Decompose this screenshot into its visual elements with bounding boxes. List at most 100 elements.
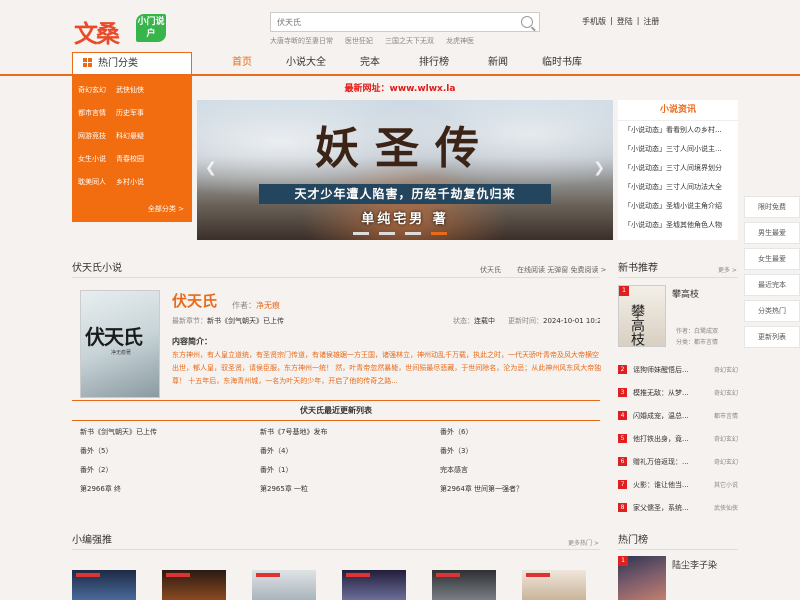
news-item[interactable]: 「小说动态」三寸人间功法大全 xyxy=(618,178,738,197)
all-categories-link[interactable]: 全部分类 > xyxy=(148,204,184,214)
news-item[interactable]: 「小说动态」圣墟其他角色人物 xyxy=(618,216,738,235)
chapter-link[interactable]: 第2964章 世间第一强者？ xyxy=(440,482,600,496)
list-item-title[interactable]: 闪婚成宠，温总... xyxy=(633,411,701,421)
list-item[interactable]: 6 赠礼万倍返现：... 奇幻玄幻 xyxy=(618,450,738,473)
book-update-time: 更新时间：2024-10-01 10:23 xyxy=(508,316,600,326)
list-item[interactable]: 2 谣狗师妹醒悟后... 奇幻玄幻 xyxy=(618,358,738,381)
pick-thumb[interactable] xyxy=(522,570,586,600)
list-item[interactable]: 8 家父儒圣，系统... 武侠仙侠 xyxy=(618,496,738,519)
category-link[interactable]: 乡村小说 xyxy=(116,176,144,199)
rank-badge: 2 xyxy=(618,365,627,374)
banner-dot[interactable] xyxy=(431,232,447,235)
category-link[interactable]: 网游竞技 xyxy=(78,130,106,153)
category-link[interactable]: 都市言情 xyxy=(78,107,106,130)
pick-thumb[interactable] xyxy=(72,570,136,600)
list-item-title[interactable]: 他打铁出身，竟... xyxy=(633,434,701,444)
list-item-title[interactable]: 模推无敌：从梦... xyxy=(633,388,701,398)
prev-arrow-icon[interactable]: ❮ xyxy=(205,160,217,176)
news-item[interactable]: 「小说动态」圣墟小说主角介绍 xyxy=(618,197,738,216)
chapter-link[interactable]: 番外（1） xyxy=(260,463,440,477)
register-link[interactable]: 注册 xyxy=(643,16,659,27)
news-item[interactable]: 「小说动态」看看别人の乡村... xyxy=(618,121,738,140)
pick-thumb[interactable] xyxy=(432,570,496,600)
book-title[interactable]: 伏天氏 xyxy=(172,290,217,311)
site-logo[interactable]: 文桑 小门说户 xyxy=(72,12,170,48)
nav-news[interactable]: 新闻 xyxy=(466,52,530,74)
pick-thumb[interactable] xyxy=(252,570,316,600)
chapter-link[interactable]: 番外（2） xyxy=(80,463,260,477)
hot-search-link[interactable]: 龙虎神医 xyxy=(446,36,474,46)
new-books-more-link[interactable]: 更多 > xyxy=(718,265,737,274)
chapter-list: 新书《剑气朝天》已上传 新书《7号基地》发布 番外（6） 番外（5） 番外（4） 番外（3… xyxy=(80,425,600,496)
hot-book-cover[interactable]: 1 xyxy=(618,556,666,600)
pick-badge xyxy=(346,573,370,577)
intro-label: 内容简介： xyxy=(172,337,212,346)
new-url-notice[interactable]: 最新网址：www.wlwx.la xyxy=(0,81,800,94)
list-item-title[interactable]: 赠礼万倍返现：... xyxy=(633,457,701,467)
nav-ranking[interactable]: 排行榜 xyxy=(402,52,466,74)
banner-dot[interactable] xyxy=(379,232,395,235)
next-arrow-icon[interactable]: ❯ xyxy=(593,160,605,176)
float-male[interactable]: 男生最爱 xyxy=(744,222,800,244)
chapter-link[interactable]: 番外（4） xyxy=(260,444,440,458)
category-link[interactable]: 耽美同人 xyxy=(78,176,106,199)
float-completed[interactable]: 最近完本 xyxy=(744,274,800,296)
list-item[interactable]: 5 他打铁出身，竟... 奇幻玄幻 xyxy=(618,427,738,450)
chapter-link[interactable]: 完本感言 xyxy=(440,463,600,477)
banner-slider[interactable]: 妖圣传 天才少年遭人陷害，历经千劫复仇归来 单纯宅男 著 ❮ ❯ xyxy=(197,100,613,240)
editor-pick-more-link[interactable]: 更多热门 > xyxy=(568,538,599,547)
news-item[interactable]: 「小说动态」三寸人间小说主... xyxy=(618,140,738,159)
hot-search-link[interactable]: 医世狂妃 xyxy=(345,36,373,46)
login-link[interactable]: 登陆 xyxy=(617,16,633,27)
author-link[interactable]: 净无痕 xyxy=(256,301,280,310)
float-update-list[interactable]: 更新列表 xyxy=(744,326,800,348)
banner-dot[interactable] xyxy=(405,232,421,235)
list-item-title[interactable]: 谣狗师妹醒悟后... xyxy=(633,365,701,375)
category-link[interactable]: 科幻悬疑 xyxy=(116,130,144,153)
category-link[interactable]: 青春校园 xyxy=(116,153,144,176)
news-item[interactable]: 「小说动态」三寸人间境界划分 xyxy=(618,159,738,178)
banner-dots xyxy=(353,232,447,235)
category-menu-button[interactable]: 热门分类 xyxy=(72,52,192,75)
latest-chapter-link[interactable]: 新书《剑气朝天》已上传 xyxy=(207,317,284,325)
float-category-hot[interactable]: 分类热门 xyxy=(744,300,800,322)
nav-completed[interactable]: 完本 xyxy=(338,52,402,74)
list-item[interactable]: 3 模推无敌：从梦... 奇幻玄幻 xyxy=(618,381,738,404)
chapter-link[interactable]: 番外（3） xyxy=(440,444,600,458)
mobile-link[interactable]: 手机版 xyxy=(582,16,606,27)
hot-search-link[interactable]: 大唐寺断的至妻日常 xyxy=(270,36,333,46)
search-input[interactable] xyxy=(271,13,511,31)
float-free[interactable]: 限时免费 xyxy=(744,196,800,218)
pick-thumb[interactable] xyxy=(162,570,226,600)
category-link[interactable]: 女生小说 xyxy=(78,153,106,176)
nav-temp-library[interactable]: 临时书库 xyxy=(530,52,594,74)
list-item-title[interactable]: 家父儒圣，系统... xyxy=(633,503,701,513)
chapter-link[interactable]: 番外（5） xyxy=(80,444,260,458)
banner-dot[interactable] xyxy=(353,232,369,235)
hot-search-link[interactable]: 三国之天下无双 xyxy=(385,36,434,46)
list-item-category: 其它小说 xyxy=(713,482,738,489)
book-cover[interactable]: 伏天氏 净无痕著 xyxy=(80,290,160,398)
chapter-link[interactable]: 第2966章 终 xyxy=(80,482,260,496)
float-female[interactable]: 女生最爱 xyxy=(744,248,800,270)
search-box xyxy=(270,12,540,32)
list-item[interactable]: 7 火影：谁让他当... 其它小说 xyxy=(618,473,738,496)
search-icon[interactable] xyxy=(521,16,533,28)
list-item[interactable]: 4 闪婚成宠，温总... 都市言情 xyxy=(618,404,738,427)
new-book-cover[interactable]: 1 攀高枝 xyxy=(618,285,666,347)
book-meta-link[interactable]: 伏天氏 xyxy=(480,265,501,275)
new-book-title[interactable]: 攀高枝 xyxy=(672,287,699,300)
category-link[interactable]: 历史军事 xyxy=(116,107,144,130)
list-item-category: 奇幻玄幻 xyxy=(713,436,738,443)
chapter-link[interactable]: 番外（6） xyxy=(440,425,600,439)
pick-thumb[interactable] xyxy=(342,570,406,600)
section-divider xyxy=(72,400,600,401)
hot-book-title[interactable]: 陆尘李子染 xyxy=(672,558,717,571)
nav-all-novels[interactable]: 小说大全 xyxy=(274,52,338,74)
chapter-link[interactable]: 新书《剑气朝天》已上传 xyxy=(80,425,260,439)
nav-home[interactable]: 首页 xyxy=(210,52,274,74)
book-meta-link[interactable]: 在线阅读 无弹窗 免费阅读 > xyxy=(517,265,607,275)
chapter-link[interactable]: 新书《7号基地》发布 xyxy=(260,425,440,439)
list-item-title[interactable]: 火影：谁让他当... xyxy=(633,480,701,490)
chapter-link[interactable]: 第2965章 一粒 xyxy=(260,482,440,496)
